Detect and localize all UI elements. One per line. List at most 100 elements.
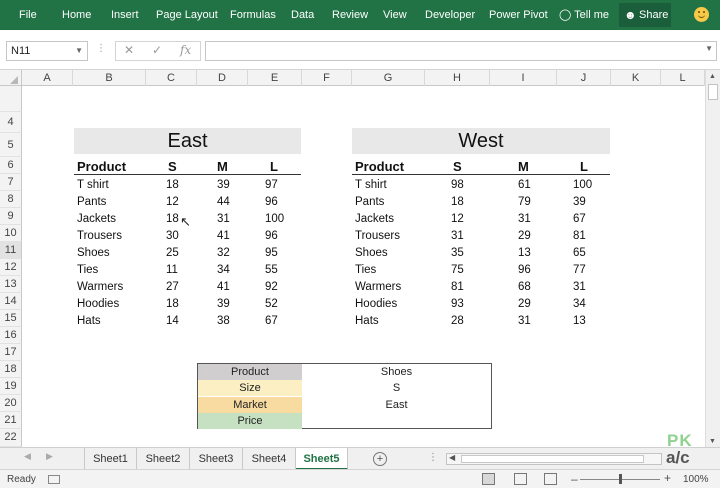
column-header-f[interactable]: F [302, 70, 352, 86]
select-all-corner[interactable] [0, 70, 22, 86]
west-cell-r3-c3[interactable]: 31 [518, 211, 531, 228]
scroll-left-icon[interactable]: ◀ [449, 453, 455, 462]
east-cell-r8-c4[interactable]: 52 [265, 296, 278, 313]
east-cell-r7-c1[interactable]: Warmers [77, 279, 123, 296]
west-cell-r8-c3[interactable]: 29 [518, 296, 531, 313]
column-header-d[interactable]: D [197, 70, 248, 86]
row-header-16[interactable]: 16 [0, 327, 22, 344]
east-cell-r1-c4[interactable]: 97 [265, 177, 278, 194]
east-cell-r2-c4[interactable]: 96 [265, 194, 278, 211]
west-cell-r3-c2[interactable]: 12 [451, 211, 464, 228]
zoom-slider-thumb[interactable] [619, 474, 622, 484]
row-header-17[interactable]: 17 [0, 344, 22, 361]
west-cell-r8-c1[interactable]: Hoodies [355, 296, 397, 313]
row-header-7[interactable]: 7 [0, 174, 22, 191]
sheet-tab-4[interactable]: Sheet4 [243, 448, 296, 470]
row-header-19[interactable]: 19 [0, 378, 22, 395]
east-cell-r8-c2[interactable]: 18 [166, 296, 179, 313]
resize-handle-icon[interactable]: ⋮ [96, 43, 106, 54]
west-cell-r9-c4[interactable]: 13 [573, 313, 586, 330]
west-cell-r6-c3[interactable]: 96 [518, 262, 531, 279]
west-cell-r4-c1[interactable]: Trousers [355, 228, 400, 245]
west-cell-r7-c3[interactable]: 68 [518, 279, 531, 296]
horizontal-scroll-thumb[interactable] [461, 455, 644, 463]
east-cell-r7-c4[interactable]: 92 [265, 279, 278, 296]
lookup-value-product[interactable]: Shoes [302, 364, 491, 380]
west-cell-r4-c4[interactable]: 81 [573, 228, 586, 245]
scroll-up-icon[interactable]: ▲ [709, 73, 716, 80]
east-cell-r1-c1[interactable]: T shirt [77, 177, 109, 194]
east-cell-r5-c1[interactable]: Shoes [77, 245, 110, 262]
west-cell-r5-c2[interactable]: 35 [451, 245, 464, 262]
east-cell-r4-c4[interactable]: 96 [265, 228, 278, 245]
east-cell-r3-c3[interactable]: 31 [217, 211, 230, 228]
sheet-tab-3[interactable]: Sheet3 [190, 448, 243, 470]
column-header-i[interactable]: I [490, 70, 557, 86]
east-cell-r4-c1[interactable]: Trousers [77, 228, 122, 245]
zoom-out-icon[interactable]: – [571, 472, 578, 486]
lookup-label-market[interactable]: Market [198, 397, 302, 413]
row-header-18[interactable]: 18 [0, 361, 22, 378]
west-cell-r9-c3[interactable]: 31 [518, 313, 531, 330]
row-header-5[interactable]: 5 [0, 133, 22, 157]
east-cell-r5-c4[interactable]: 95 [265, 245, 278, 262]
east-cell-r5-c2[interactable]: 25 [166, 245, 179, 262]
tab-scroll-right-icon[interactable]: ▶ [46, 451, 53, 462]
east-cell-r3-c1[interactable]: Jackets [77, 211, 116, 228]
east-cell-r7-c2[interactable]: 27 [166, 279, 179, 296]
east-cell-r7-c3[interactable]: 41 [217, 279, 230, 296]
row-header-14[interactable]: 14 [0, 293, 22, 310]
share-button[interactable]: ☻ Share [619, 3, 671, 27]
west-cell-r7-c1[interactable]: Warmers [355, 279, 401, 296]
west-cell-r2-c3[interactable]: 79 [518, 194, 531, 211]
tab-page-layout[interactable]: Page Layout [156, 0, 218, 30]
column-header-h[interactable]: H [425, 70, 490, 86]
sheet-tab-2[interactable]: Sheet2 [137, 448, 190, 470]
east-cell-r2-c1[interactable]: Pants [77, 194, 106, 211]
east-cell-r2-c3[interactable]: 44 [217, 194, 230, 211]
west-cell-r2-c1[interactable]: Pants [355, 194, 384, 211]
row-header-15[interactable]: 15 [0, 310, 22, 327]
west-cell-r2-c2[interactable]: 18 [451, 194, 464, 211]
west-cell-r7-c2[interactable]: 81 [451, 279, 464, 296]
west-cell-r6-c1[interactable]: Ties [355, 262, 376, 279]
west-cell-r4-c3[interactable]: 29 [518, 228, 531, 245]
east-cell-r2-c2[interactable]: 12 [166, 194, 179, 211]
macro-record-icon[interactable] [48, 475, 60, 484]
east-cell-r4-c3[interactable]: 41 [217, 228, 230, 245]
east-cell-r9-c4[interactable]: 67 [265, 313, 278, 330]
cancel-icon[interactable]: ✕ [124, 43, 134, 57]
sheet-tab-1[interactable]: Sheet1 [84, 448, 137, 470]
east-cell-r9-c1[interactable]: Hats [77, 313, 101, 330]
column-header-l[interactable]: L [661, 70, 705, 86]
east-cell-r3-c4[interactable]: 100 [265, 211, 284, 228]
east-cell-r8-c1[interactable]: Hoodies [77, 296, 119, 313]
scroll-down-icon[interactable]: ▼ [709, 438, 716, 445]
row-header-22[interactable]: 22 [0, 429, 22, 447]
page-break-view-icon[interactable] [544, 473, 557, 485]
zoom-level[interactable]: 100% [683, 474, 709, 485]
lookup-value-price[interactable] [302, 413, 491, 429]
horizontal-scrollbar[interactable]: ◀ [446, 453, 662, 465]
column-header-k[interactable]: K [611, 70, 661, 86]
lookup-value-market[interactable]: East [302, 397, 491, 413]
row-header-20[interactable]: 20 [0, 395, 22, 412]
west-cell-r1-c2[interactable]: 98 [451, 177, 464, 194]
name-box[interactable]: N11 ▼ [6, 41, 88, 61]
row-header-9[interactable]: 9 [0, 208, 22, 225]
east-cell-r1-c3[interactable]: 39 [217, 177, 230, 194]
tab-developer[interactable]: Developer [425, 0, 475, 30]
zoom-in-icon[interactable]: + [664, 471, 671, 485]
lookup-label-size[interactable]: Size [198, 380, 302, 396]
row-header-21[interactable]: 21 [0, 412, 22, 429]
tab-home[interactable]: Home [62, 0, 91, 30]
row-header-6[interactable]: 6 [0, 157, 22, 174]
sheet-tab-5[interactable]: Sheet5 [296, 448, 348, 470]
west-cell-r4-c2[interactable]: 31 [451, 228, 464, 245]
column-header-b[interactable]: B [73, 70, 146, 86]
west-cell-r9-c2[interactable]: 28 [451, 313, 464, 330]
east-cell-r5-c3[interactable]: 32 [217, 245, 230, 262]
vertical-scroll-thumb[interactable] [708, 84, 718, 100]
west-cell-r7-c4[interactable]: 31 [573, 279, 586, 296]
west-cell-r1-c1[interactable]: T shirt [355, 177, 387, 194]
